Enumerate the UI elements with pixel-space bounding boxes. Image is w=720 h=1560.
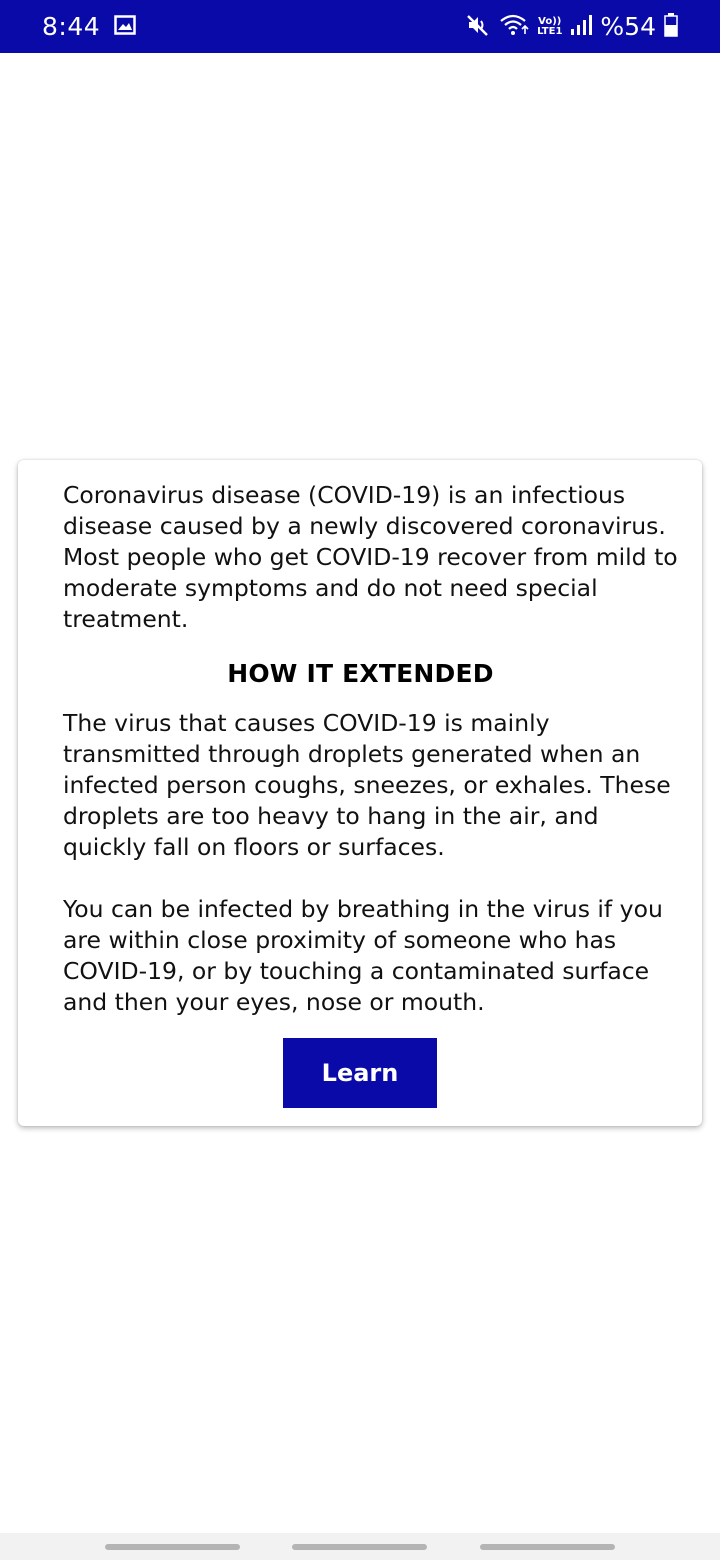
intro-text: Coronavirus disease (COVID-19) is an inf… [63,481,678,633]
gallery-icon [114,14,136,39]
learn-button-container: Learn [63,1038,688,1108]
navigation-bar [0,1533,720,1560]
section-heading: HOW IT EXTENDED [227,659,494,688]
nav-back-pill[interactable] [480,1544,615,1550]
transmission-text: The virus that causes COVID-19 is mainly… [63,709,671,861]
battery-icon [664,12,678,41]
status-bar-right: Vo)) LTE1 %54 [465,12,678,41]
status-bar: 8:44 Vo)) LTE1 %54 [0,0,720,53]
status-time: 8:44 [42,12,101,41]
wifi-icon [499,13,529,41]
info-card: Coronavirus disease (COVID-19) is an inf… [18,460,702,1126]
signal-icon [570,14,593,40]
status-bar-left: 8:44 [42,12,136,41]
mute-icon [465,13,491,41]
battery-percent: %54 [600,12,656,41]
infection-text: You can be infected by breathing in the … [63,895,663,1016]
lte-label: LTE1 [537,25,563,37]
nav-home-pill[interactable] [292,1544,427,1550]
nav-recents-pill[interactable] [105,1544,240,1550]
learn-button[interactable]: Learn [283,1038,437,1108]
volte-indicator: Vo)) LTE1 [537,15,563,37]
volte-label: Vo)) [538,15,562,27]
